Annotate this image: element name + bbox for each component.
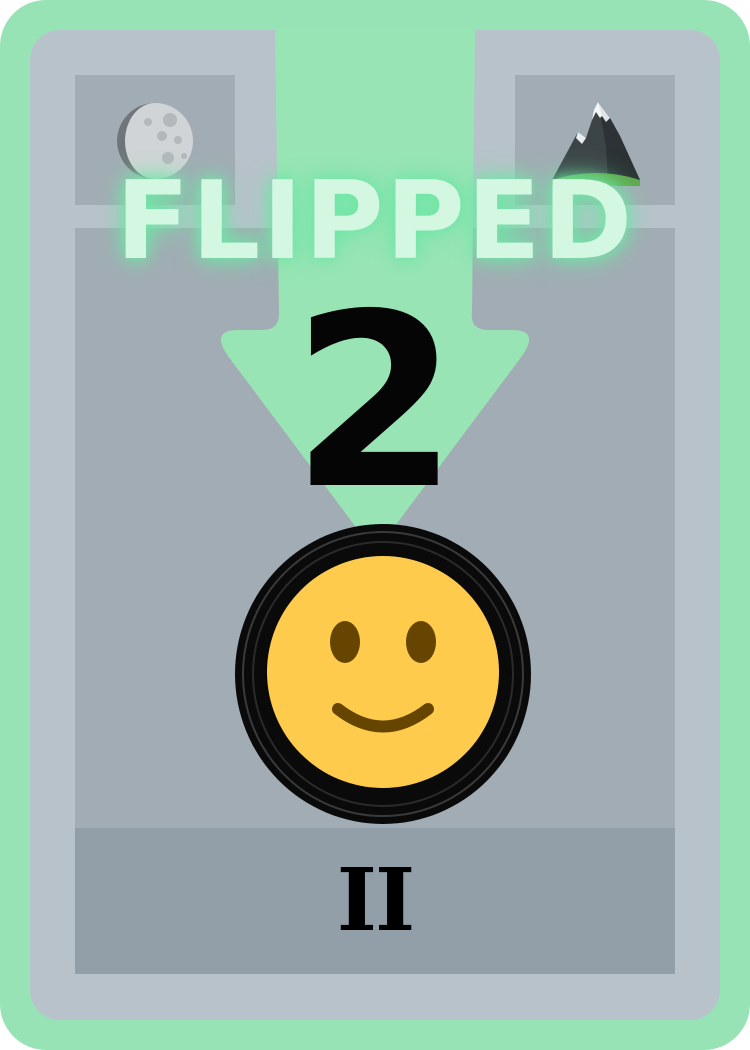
smiley-face-icon (232, 522, 534, 828)
game-card[interactable]: II FLIPPED 2 (0, 0, 750, 1050)
flip-count: 2 (291, 262, 459, 542)
flipped-status-label: FLIPPED (115, 159, 635, 284)
